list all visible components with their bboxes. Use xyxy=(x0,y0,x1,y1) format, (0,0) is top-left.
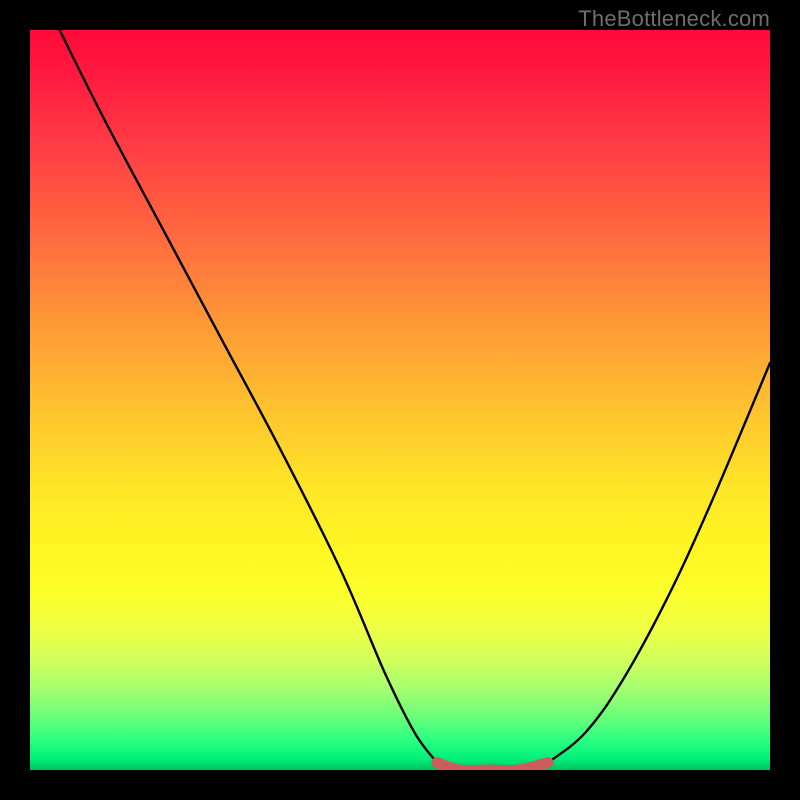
attribution-label: TheBottleneck.com xyxy=(578,6,770,32)
chart-frame: TheBottleneck.com xyxy=(0,0,800,800)
plot-area xyxy=(30,30,770,770)
curve-left xyxy=(60,30,437,763)
curve-layer xyxy=(30,30,770,770)
curve-right xyxy=(548,363,770,763)
recommended-segment xyxy=(437,763,548,770)
